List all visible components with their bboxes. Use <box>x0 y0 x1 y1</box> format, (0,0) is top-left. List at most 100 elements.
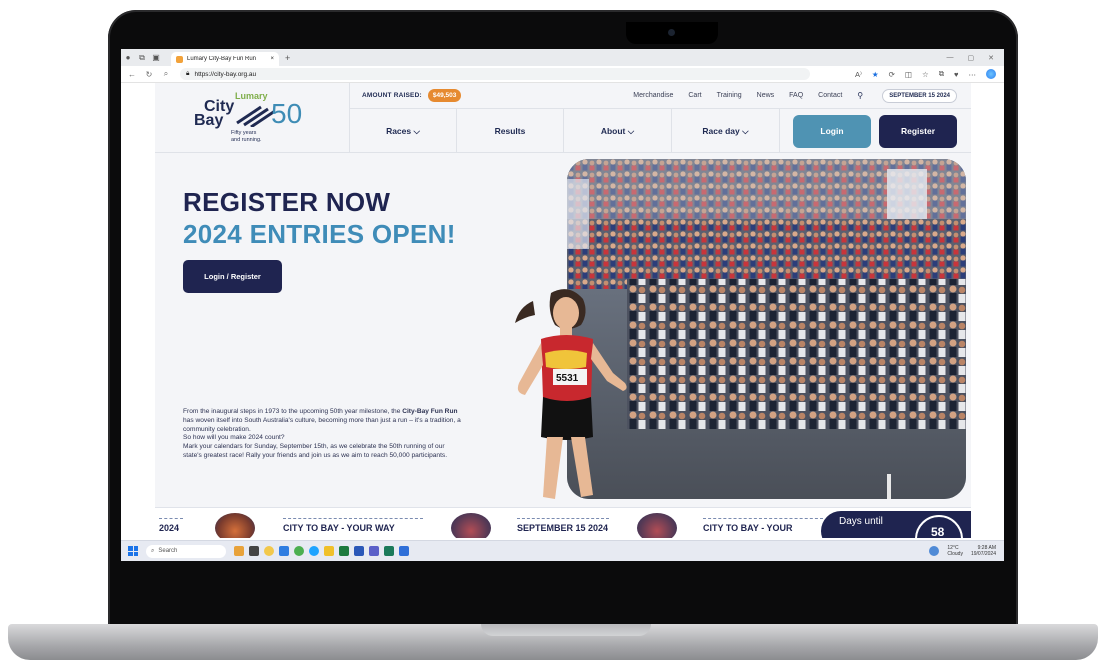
hero-title: REGISTER NOW <box>183 187 391 217</box>
strip-thumb-runners <box>637 513 677 538</box>
system-clock[interactable]: 9:28 AM 19/07/2024 <box>971 545 996 558</box>
excel-icon[interactable] <box>339 546 349 556</box>
taskbar-search-placeholder: Search <box>158 548 178 554</box>
taskbar-search[interactable]: ⌕ Search <box>146 544 226 558</box>
hero-login-register-button[interactable]: Login / Register <box>183 260 282 293</box>
system-tray: 12°C Cloudy 9:28 AM 19/07/2024 <box>929 545 1004 558</box>
bib-number: 5531 <box>556 373 579 384</box>
read-aloud-icon[interactable]: A⁾ <box>855 70 862 79</box>
widgets-icon[interactable] <box>234 546 244 556</box>
window-controls: — ▢ ✕ <box>947 54 1005 62</box>
featured-runner-image: 5531 <box>515 289 627 499</box>
hero-subtitle: 2024 ENTRIES OPEN! <box>183 219 456 249</box>
nav-races[interactable]: Races ⌵ <box>350 109 457 153</box>
strip-item-your-way: CITY TO BAY - YOUR WAY <box>283 523 395 533</box>
word-icon[interactable] <box>354 546 364 556</box>
nav-about[interactable]: About ⌵ <box>564 109 672 153</box>
strip-item-date: SEPTEMBER 15 2024 <box>517 523 609 533</box>
utility-bar: AMOUNT RAISED: $49,503 Merchandise Cart … <box>349 83 971 109</box>
promo-strip: 2024 CITY TO BAY - YOUR WAY SEPTEMBER 15… <box>155 507 971 538</box>
task-view-icon[interactable] <box>249 546 259 556</box>
link-contact[interactable]: Contact <box>818 92 842 99</box>
extensions-icon[interactable]: ⟳ <box>889 70 895 79</box>
base-groove <box>481 624 651 636</box>
browser-essentials-icon[interactable]: ♥ <box>954 70 958 79</box>
favorites-icon[interactable]: ☆ <box>922 70 929 79</box>
tab-close-icon[interactable]: × <box>270 56 274 62</box>
split-screen-icon[interactable]: ◫ <box>905 70 912 79</box>
chrome-icon[interactable] <box>294 546 304 556</box>
logo-bay: Bay <box>194 112 224 129</box>
camera-icon <box>668 29 675 36</box>
address-bar-row: ← ↻ ⌕ 🔒︎ https://city-bay.org.au A⁾ ★ ⟳ … <box>121 66 1004 83</box>
tab-title: Lumary City-Bay Fun Run <box>187 56 257 62</box>
link-faq[interactable]: FAQ <box>789 92 803 99</box>
login-button[interactable]: Login <box>793 114 871 148</box>
weather-icon <box>929 546 940 556</box>
taskbar-search-icon: ⌕ <box>151 547 155 554</box>
browser-tab[interactable]: Lumary City-Bay Fun Run × <box>171 52 279 66</box>
strip-item-your-way-2: CITY TO BAY - YOUR <box>703 523 793 533</box>
copilot-icon[interactable] <box>986 69 996 79</box>
chrome-canary-icon[interactable] <box>264 546 274 556</box>
site-header: Lumary City Bay 50 Fifty years and runni… <box>155 83 971 153</box>
edge-icon[interactable] <box>279 546 289 556</box>
days-until-countdown: Days until 58 <box>821 511 971 538</box>
url-field[interactable]: 🔒︎ https://city-bay.org.au <box>180 68 810 80</box>
tab-actions-icon[interactable]: ▣ <box>149 51 163 65</box>
screen: ● ⧉ ▣ Lumary City-Bay Fun Run × + — ▢ ✕ … <box>121 49 1004 561</box>
collections-icon[interactable]: ⧉ <box>939 69 944 79</box>
planner-icon[interactable] <box>384 546 394 556</box>
browser-toolbar: A⁾ ★ ⟳ ◫ ☆ ⧉ ♥ ⋯ <box>855 69 1004 79</box>
logo-brand: Lumary <box>235 91 268 101</box>
site-search-icon[interactable]: ⚲ <box>857 91 867 101</box>
workspaces-icon[interactable]: ⧉ <box>135 51 149 65</box>
nav-race-day[interactable]: Race day ⌵ <box>672 109 780 153</box>
minimize-button[interactable]: — <box>947 54 954 62</box>
amount-raised-label: AMOUNT RAISED: <box>362 92 422 99</box>
days-until-label: Days until <box>839 516 883 527</box>
more-icon[interactable]: ⋯ <box>969 70 977 79</box>
logo-tagline: Fifty years and running. <box>231 130 262 143</box>
main-nav: Races ⌵ Results About ⌵ Race day ⌵ Login… <box>349 109 971 153</box>
search-icon[interactable]: ⌕ <box>160 69 172 79</box>
favicon-icon <box>176 55 183 63</box>
strip-thumb-crowd <box>451 513 491 538</box>
camera-notch <box>626 22 718 44</box>
close-window-button[interactable]: ✕ <box>988 54 994 62</box>
refresh-icon[interactable]: ↻ <box>143 70 155 79</box>
hero-content: REGISTER NOW 2024 ENTRIES OPEN! Login / … <box>155 154 563 504</box>
site-logo[interactable]: Lumary City Bay 50 Fifty years and runni… <box>191 91 321 147</box>
link-merchandise[interactable]: Merchandise <box>633 92 673 99</box>
website: Lumary City Bay 50 Fifty years and runni… <box>155 83 971 538</box>
weather-widget[interactable]: 12°C Cloudy <box>947 545 963 557</box>
register-button[interactable]: Register <box>879 114 957 148</box>
lock-icon: 🔒︎ <box>186 70 190 77</box>
taskbar-apps <box>234 546 409 556</box>
link-cart[interactable]: Cart <box>688 92 701 99</box>
edge-dev-icon[interactable] <box>309 546 319 556</box>
todo-icon[interactable] <box>399 546 409 556</box>
strip-item-year: 2024 <box>159 523 180 533</box>
windows-taskbar: ⌕ Search 12°C Cloudy 9:28 AM 19/07/2024 <box>121 540 1004 561</box>
nav-results[interactable]: Results <box>457 109 564 153</box>
event-date-pill: SEPTEMBER 15 2024 <box>882 88 957 103</box>
url-text: https://city-bay.org.au <box>194 70 257 78</box>
back-icon[interactable]: ← <box>126 70 138 79</box>
strip-thumb-mascot <box>215 513 255 538</box>
days-until-value: 58 <box>931 525 945 538</box>
link-training[interactable]: Training <box>717 92 742 99</box>
favorite-star-icon[interactable]: ★ <box>872 70 879 79</box>
teams-icon[interactable] <box>369 546 379 556</box>
windows-start-icon[interactable] <box>128 546 138 556</box>
profile-icon[interactable]: ● <box>121 51 135 65</box>
laptop-base <box>8 624 1098 660</box>
browser-tabbar: ● ⧉ ▣ Lumary City-Bay Fun Run × + — ▢ ✕ <box>121 49 1004 66</box>
new-tab-button[interactable]: + <box>285 53 290 63</box>
link-news[interactable]: News <box>757 92 775 99</box>
logo-number: 50 <box>271 98 303 129</box>
maximize-button[interactable]: ▢ <box>968 54 975 62</box>
amount-raised-badge: $49,503 <box>427 89 462 102</box>
auth-buttons: Login Register <box>780 109 971 153</box>
file-explorer-icon[interactable] <box>324 546 334 556</box>
